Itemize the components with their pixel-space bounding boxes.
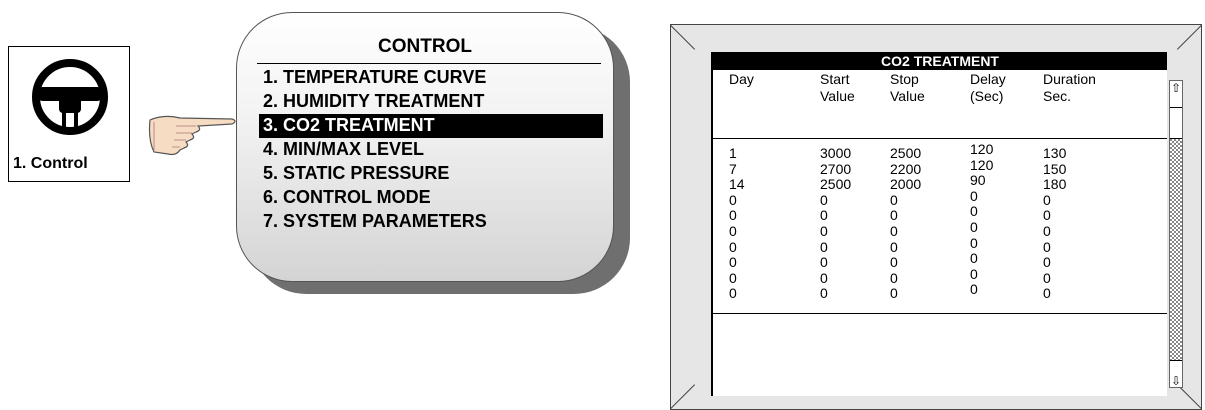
co2-treatment-panel: CO2 TREATMENT Day Start Value Stop Value D…: [711, 52, 1167, 396]
col-header-day: Day: [729, 71, 754, 87]
cell-day[interactable]: 0: [729, 285, 737, 301]
cell-start[interactable]: 0: [820, 254, 828, 270]
table-row[interactable]: 0 0 0 0 0: [713, 219, 1167, 239]
cell-day[interactable]: 0: [729, 270, 737, 286]
cell-stop[interactable]: 2000: [890, 176, 921, 192]
cell-stop[interactable]: 0: [890, 239, 898, 255]
cell-start[interactable]: 0: [820, 270, 828, 286]
cell-day[interactable]: 0: [729, 239, 737, 255]
cell-delay[interactable]: 0: [970, 203, 978, 219]
col-header-start-value: Start Value: [820, 71, 855, 104]
cell-delay[interactable]: 90: [970, 172, 986, 188]
panel-title: CO2 TREATMENT: [713, 52, 1167, 70]
cell-delay[interactable]: 0: [970, 235, 978, 251]
cell-duration[interactable]: 0: [1043, 223, 1051, 239]
cell-delay[interactable]: 120: [970, 157, 993, 173]
scroll-up-arrow-icon[interactable]: ⇧: [1170, 81, 1182, 108]
menu-item[interactable]: 6. CONTROL MODE: [259, 186, 603, 210]
cell-delay[interactable]: 0: [970, 266, 978, 282]
table-row[interactable]: 7 2700 2200 120 150: [713, 157, 1167, 177]
cell-delay[interactable]: 120: [970, 141, 993, 157]
cell-stop[interactable]: 2200: [890, 161, 921, 177]
cell-day[interactable]: 14: [729, 176, 745, 192]
cell-duration[interactable]: 130: [1043, 145, 1066, 161]
cell-duration[interactable]: 0: [1043, 270, 1051, 286]
menu-divider: [257, 63, 601, 64]
cell-delay[interactable]: 0: [970, 250, 978, 266]
menu-item[interactable]: 2. HUMIDITY TREATMENT: [259, 90, 603, 114]
cell-stop[interactable]: 0: [890, 254, 898, 270]
cell-day[interactable]: 0: [729, 207, 737, 223]
cell-stop[interactable]: 0: [890, 223, 898, 239]
pointing-hand-icon: [148, 115, 236, 156]
cell-duration[interactable]: 180: [1043, 176, 1066, 192]
steering-wheel-icon: [32, 59, 108, 135]
table-row[interactable]: 0 0 0 0 0: [713, 235, 1167, 255]
menu-item[interactable]: 3. CO2 TREATMENT: [259, 114, 603, 138]
cell-day[interactable]: 0: [729, 223, 737, 239]
cell-stop[interactable]: 0: [890, 270, 898, 286]
control-icon-box[interactable]: 1. Control: [8, 46, 130, 182]
menu-item[interactable]: 4. MIN/MAX LEVEL: [259, 138, 603, 162]
table-row[interactable]: 14 2500 2000 90 180: [713, 172, 1167, 192]
cell-delay[interactable]: 0: [970, 188, 978, 204]
cell-stop[interactable]: 2500: [890, 145, 921, 161]
menu-list: 1. TEMPERATURE CURVE 2. HUMIDITY TREATMEN…: [259, 66, 603, 234]
table-row[interactable]: 0 0 0 0 0: [713, 203, 1167, 223]
header-divider: [713, 138, 1167, 139]
cell-day[interactable]: 1: [729, 145, 737, 161]
cell-day[interactable]: 7: [729, 161, 737, 177]
table-row[interactable]: 0 0 0 0 0: [713, 188, 1167, 208]
cell-start[interactable]: 0: [820, 285, 828, 301]
menu-item[interactable]: 7. SYSTEM PARAMETERS: [259, 210, 603, 234]
cell-stop[interactable]: 0: [890, 207, 898, 223]
cell-stop[interactable]: 0: [890, 285, 898, 301]
col-header-duration: Duration Sec.: [1043, 71, 1096, 104]
col-header-stop-value: Stop Value: [890, 71, 925, 104]
cell-duration[interactable]: 0: [1043, 192, 1051, 208]
table-row[interactable]: 0 0 0 0 0: [713, 281, 1167, 301]
table-row[interactable]: 0 0 0 0 0: [713, 250, 1167, 270]
table-bottom-divider: [713, 313, 1167, 314]
menu-item[interactable]: 5. STATIC PRESSURE: [259, 162, 603, 186]
control-icon-label: 1. Control: [13, 155, 88, 172]
cell-duration[interactable]: 0: [1043, 285, 1051, 301]
menu-item[interactable]: 1. TEMPERATURE CURVE: [259, 66, 603, 90]
cell-start[interactable]: 0: [820, 239, 828, 255]
cell-start[interactable]: 2500: [820, 176, 851, 192]
cell-start[interactable]: 0: [820, 192, 828, 208]
scrollbar[interactable]: ⇧ ⇩: [1169, 80, 1183, 388]
table-row[interactable]: 1 3000 2500 120 130: [713, 141, 1167, 161]
cell-stop[interactable]: 0: [890, 192, 898, 208]
menu-title: CONTROL: [378, 36, 472, 57]
scroll-thumb[interactable]: [1170, 108, 1182, 139]
treatment-table-body: 1 3000 2500 120 130 7 2700 2200 120 150 14 2500 2000…: [713, 141, 1167, 301]
cell-day[interactable]: 0: [729, 192, 737, 208]
cell-duration[interactable]: 0: [1043, 207, 1051, 223]
cell-start[interactable]: 2700: [820, 161, 851, 177]
table-row[interactable]: 0 0 0 0 0: [713, 266, 1167, 286]
cell-delay[interactable]: 0: [970, 219, 978, 235]
cell-start[interactable]: 0: [820, 207, 828, 223]
cell-duration[interactable]: 150: [1043, 161, 1066, 177]
cell-delay[interactable]: 0: [970, 281, 978, 297]
cell-start[interactable]: 0: [820, 223, 828, 239]
col-header-delay: Delay (Sec): [970, 71, 1006, 104]
control-menu: CONTROL 1. TEMPERATURE CURVE 2. HUMIDITY …: [236, 12, 614, 282]
cell-duration[interactable]: 0: [1043, 239, 1051, 255]
cell-start[interactable]: 3000: [820, 145, 851, 161]
scroll-down-arrow-icon[interactable]: ⇩: [1170, 360, 1182, 388]
cell-duration[interactable]: 0: [1043, 254, 1051, 270]
cell-day[interactable]: 0: [729, 254, 737, 270]
